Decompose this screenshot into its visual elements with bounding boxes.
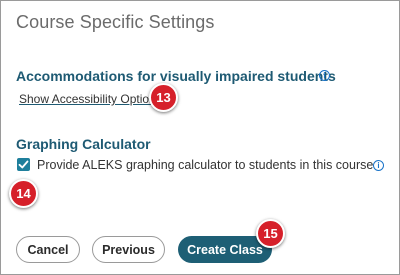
info-icon[interactable]: i — [373, 160, 384, 171]
previous-button[interactable]: Previous — [92, 236, 165, 263]
callout-badge-13: 13 — [149, 83, 178, 112]
show-accessibility-options-link[interactable]: Show Accessibility Options — [19, 92, 162, 106]
settings-panel: Course Specific Settings Accommodations … — [0, 0, 400, 275]
cancel-button[interactable]: Cancel — [16, 236, 80, 263]
callout-badge-14: 14 — [9, 179, 38, 208]
accessibility-heading: Accommodations for visually impaired stu… — [16, 68, 336, 84]
page-title: Course Specific Settings — [16, 12, 215, 32]
graphing-calculator-checkbox[interactable] — [17, 158, 30, 171]
graphing-calculator-heading: Graphing Calculator — [16, 136, 151, 152]
graphing-calculator-label: Provide ALEKS graphing calculator to stu… — [37, 158, 374, 172]
callout-badge-15: 15 — [256, 219, 285, 248]
info-icon[interactable]: i — [319, 70, 330, 81]
checkmark-icon — [18, 160, 29, 169]
